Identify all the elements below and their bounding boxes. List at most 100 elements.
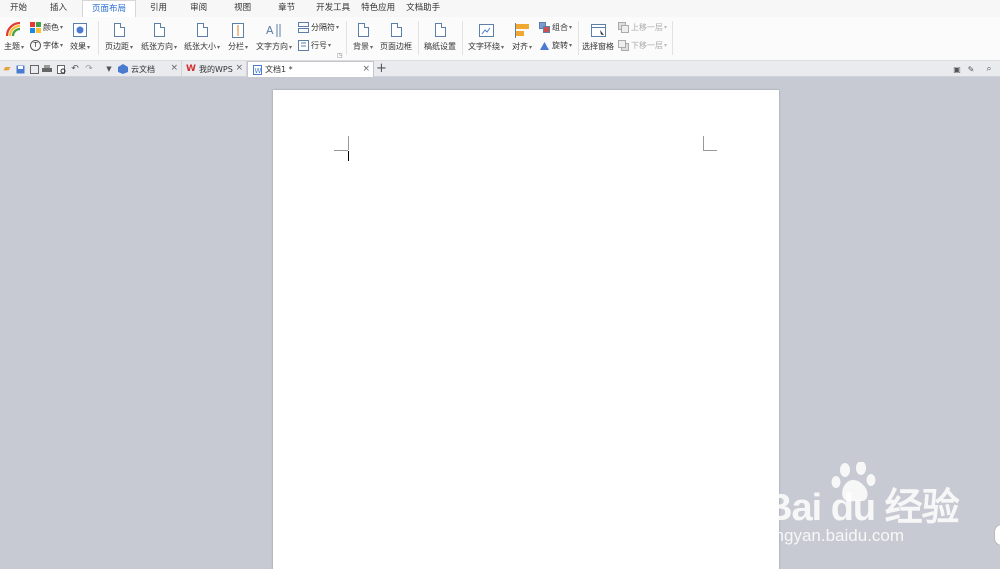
columns-label: 分栏 <box>228 42 244 51</box>
background-label: 背景 <box>353 42 369 51</box>
margins-label: 页边距 <box>105 42 129 51</box>
ribbon-separator <box>98 21 99 55</box>
rotate-button[interactable]: 旋转 ▾ <box>539 38 572 52</box>
text-cursor <box>348 151 349 161</box>
color-label: 颜色 <box>43 22 59 32</box>
print-preview-icon[interactable] <box>55 63 67 75</box>
tab-my-wps[interactable]: W 我的WPS × <box>182 61 247 77</box>
page-border-label: 页面边框 <box>380 42 412 51</box>
align-label: 对齐 <box>512 42 528 51</box>
breaks-button[interactable]: 分隔符 ▾ <box>298 20 339 34</box>
bring-forward-label: 上移一层 <box>631 22 663 32</box>
undo-icon[interactable]: ↶ <box>69 63 81 75</box>
ribbon-separator <box>418 21 419 55</box>
margins-button[interactable]: 页边距▾ <box>105 21 133 52</box>
margins-icon <box>111 21 127 39</box>
new-tab-button[interactable]: + <box>376 61 387 77</box>
text-wrap-button[interactable]: 文字环绕▾ <box>468 21 504 52</box>
margin-corner-mark <box>334 150 348 151</box>
watermark-logo: Bai du 经验 <box>765 487 960 529</box>
rotate-label: 旋转 <box>552 40 568 50</box>
columns-button[interactable]: 分栏▾ <box>228 21 248 52</box>
theme-label: 主题 <box>4 42 20 51</box>
text-direction-label: 文字方向 <box>256 42 288 51</box>
page-border-icon <box>388 21 404 39</box>
tab-insert[interactable]: 插入 <box>36 0 76 17</box>
orientation-label: 纸张方向 <box>141 42 173 51</box>
line-numbers-label: 行号 <box>311 40 327 50</box>
orientation-icon <box>151 21 167 39</box>
page-setup-launcher-icon[interactable]: ◳ <box>337 52 343 59</box>
tab-developer[interactable]: 开发工具 <box>304 0 359 17</box>
tab-doc-assistant[interactable]: 文档助手 <box>404 0 449 17</box>
align-icon <box>514 21 530 39</box>
effect-icon <box>72 21 88 39</box>
ribbon: 主题▾ 颜色▾ T 字体▾ 效果▾ 页边距▾ 纸张方向▾ 纸张大小▾ 分栏▾ <box>0 17 1000 61</box>
tab-references[interactable]: 引用 <box>136 0 176 17</box>
open-folder-icon[interactable]: ▰ <box>1 63 13 75</box>
svg-text:A: A <box>266 24 274 37</box>
document-page[interactable] <box>273 90 779 569</box>
send-backward-label: 下移一层 <box>631 40 663 50</box>
menu-bar: 开始 插入 页面布局 引用 审阅 视图 章节 开发工具 特色应用 文档助手 <box>0 0 1000 17</box>
search-icon[interactable]: ⌕ <box>983 63 995 75</box>
margin-corner-mark <box>348 136 349 150</box>
save-as-icon[interactable] <box>28 63 40 75</box>
tab-page-layout[interactable]: 页面布局 <box>82 0 137 17</box>
paper-setup-icon <box>432 21 448 39</box>
font-icon: T <box>30 39 41 51</box>
background-button[interactable]: 背景▾ <box>353 21 373 52</box>
cloud-docs-icon <box>118 64 128 74</box>
ribbon-separator <box>672 21 673 55</box>
theme-button[interactable]: 主题▾ <box>4 21 24 52</box>
effect-label: 效果 <box>70 42 86 51</box>
tab-review[interactable]: 审阅 <box>176 0 216 17</box>
send-backward-button[interactable]: 下移一层 ▾ <box>618 38 667 52</box>
tab-view[interactable]: 视图 <box>216 0 260 17</box>
bring-forward-button[interactable]: 上移一层 ▾ <box>618 20 667 34</box>
tab-features[interactable]: 特色应用 <box>359 0 404 17</box>
paper-size-label: 纸张大小 <box>184 42 216 51</box>
theme-icon <box>6 21 22 39</box>
orientation-button[interactable]: 纸张方向▾ <box>141 21 177 52</box>
breaks-icon <box>298 21 309 33</box>
close-icon[interactable]: × <box>170 63 178 73</box>
font-button[interactable]: T 字体 ▾ <box>30 38 63 52</box>
tab-document1[interactable]: W 文档1 * × <box>247 61 374 77</box>
ribbon-separator <box>346 21 347 55</box>
paper-size-icon <box>194 21 210 39</box>
close-icon[interactable]: × <box>362 64 370 74</box>
color-grid-icon <box>30 21 41 33</box>
redo-icon[interactable]: ↷ <box>83 63 95 75</box>
text-direction-button[interactable]: A 文字方向▾ <box>256 21 292 52</box>
color-button[interactable]: 颜色 ▾ <box>30 20 63 34</box>
breaks-label: 分隔符 <box>311 22 335 32</box>
notification-icon[interactable]: ▣ <box>951 63 963 75</box>
group-button[interactable]: 组合 ▾ <box>539 20 572 34</box>
page-border-button[interactable]: 页面边框 <box>380 21 412 52</box>
selection-pane-button[interactable]: 选择窗格 <box>582 21 614 52</box>
tab-home[interactable]: 开始 <box>0 0 36 17</box>
line-numbers-button[interactable]: 行号 ▾ <box>298 38 331 52</box>
tab-cloud-docs[interactable]: 云文档 × <box>114 61 182 77</box>
ribbon-separator <box>578 21 579 55</box>
selection-pane-icon <box>590 21 606 39</box>
feedback-icon[interactable]: ✎ <box>965 63 977 75</box>
group-label: 组合 <box>552 22 568 32</box>
margin-corner-mark <box>703 136 704 150</box>
paper-setup-label: 稿纸设置 <box>424 42 456 51</box>
scroll-handle[interactable] <box>994 524 1000 546</box>
tab-sections[interactable]: 章节 <box>260 0 304 17</box>
save-icon[interactable] <box>14 63 26 75</box>
ribbon-separator <box>462 21 463 55</box>
print-icon[interactable] <box>41 63 53 75</box>
document-tab-strip: ▰ ↶ ↷ ▼ 云文档 × W 我的WPS × W 文档1 * × + ▣ ✎ … <box>0 61 1000 77</box>
effect-button[interactable]: 效果▾ <box>70 21 90 52</box>
close-icon[interactable]: × <box>235 63 243 73</box>
group-icon <box>539 21 550 33</box>
paper-setup-button[interactable]: 稿纸设置 <box>424 21 456 52</box>
wps-logo-icon: W <box>186 64 196 74</box>
align-button[interactable]: 对齐▾ <box>512 21 532 52</box>
paper-size-button[interactable]: 纸张大小▾ <box>184 21 220 52</box>
cloud-docs-label: 云文档 <box>131 64 155 74</box>
